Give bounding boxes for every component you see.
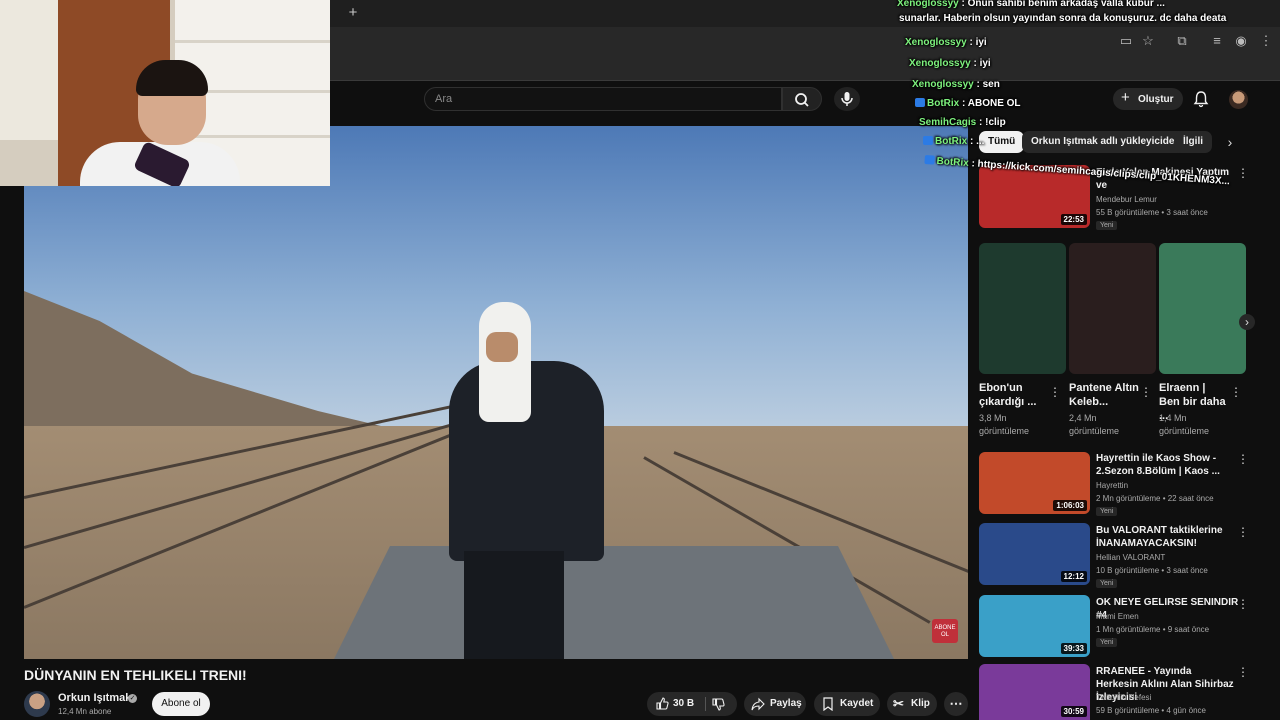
verified-check-icon: ✓ [128,694,137,703]
video-player[interactable]: ABONE OL [24,126,968,659]
new-tab-icon[interactable]: + [345,4,361,22]
chevron-right-icon[interactable]: › [1239,314,1255,330]
kebab-menu-icon[interactable]: ⋮ [1230,385,1242,399]
thumbs-down-icon [712,698,725,711]
search-input[interactable]: Ara [424,87,782,111]
chat-message: Xenoglossyy : sen [912,79,1000,90]
video-card-meta: 1 Mn görüntüleme • 9 saat önce [1096,625,1210,634]
kebab-menu-icon[interactable]: ⋮ [1049,385,1061,399]
more-actions-icon[interactable]: ⋯ [944,692,968,716]
video-frame-person-face [486,332,518,362]
webcam-window [0,0,60,140]
like-count: 30 B [673,698,695,709]
video-card-meta: 59 B görüntüleme • 4 gün önce [1096,706,1206,715]
new-badge: Yeni [1096,221,1118,230]
bot-badge-icon [924,155,935,165]
short-views: 3,8 Mn görüntüleme [979,413,1030,436]
chat-message: Xenoglossyy : iyi [909,58,991,69]
video-frame-person-headscarf [479,302,531,422]
video-card-channel[interactable]: Twitch'in Nefesi [1096,693,1151,702]
dislike-button[interactable] [711,692,725,720]
video-thumbnail[interactable]: 12:12 [979,523,1090,585]
kebab-menu-icon[interactable]: ⋮ [1140,385,1152,399]
chat-message: sunarlar. Haberin olsun yayından sonra d… [899,13,1227,24]
subscriber-count: 12,4 Mn abone [58,707,112,716]
bookmark-icon [823,697,833,711]
video-card-meta: 2 Mn görüntüleme • 22 saat önce [1096,494,1214,503]
search-button[interactable] [782,87,822,111]
kebab-menu-icon[interactable]: ⋮ [1237,452,1249,466]
chat-message: BotRix : https://kick.com/semihcagis/cli… [924,155,1230,187]
scissors-icon: ✂ [893,696,904,711]
video-frame-person-legs [464,551,564,659]
microphone-icon [841,92,853,106]
clip-label: Klip [911,698,930,709]
video-thumbnail[interactable]: 30:59 [979,664,1090,720]
subscribe-watermark[interactable]: ABONE OL [932,619,958,643]
video-card-title[interactable]: Bu VALORANT taktiklerine İNANAMAYACAKSIN… [1096,524,1236,550]
short-title[interactable]: Pantene Altın Keleb... [1069,381,1139,409]
new-badge: Yeni [1096,507,1118,516]
save-button[interactable]: Kaydet [814,692,880,716]
chat-message: BotRix : ... [923,136,984,147]
divider [705,697,706,711]
shelf-divider [175,40,330,43]
video-frame-platform [334,546,894,659]
clip-button[interactable]: ✂ Klip [887,692,937,716]
new-badge: Yeni [1096,579,1118,588]
bot-badge-icon [923,136,933,145]
short-thumbnail[interactable] [1159,243,1246,374]
voice-search-button[interactable] [834,87,860,111]
short-thumbnail[interactable] [979,243,1066,374]
new-badge: Yeni [1096,638,1118,647]
video-duration: 1:06:03 [1053,500,1087,511]
short-views: 2,4 Mn görüntüleme [1069,413,1120,436]
video-title: DÜNYANIN EN TEHLIKELI TRENI! [24,667,247,683]
share-button[interactable]: Paylaş [744,692,806,716]
video-card-channel[interactable]: Hellian VALORANT [1096,553,1165,562]
video-thumbnail[interactable]: 39:33 [979,595,1090,657]
video-duration: 30:59 [1060,706,1087,717]
kebab-menu-icon[interactable]: ⋮ [1237,525,1249,539]
channel-name[interactable]: Orkun Işıtmak [58,692,131,704]
video-duration: 12:12 [1060,571,1087,582]
video-card-title[interactable]: Hayrettin ile Kaos Show - 2.Sezon 8.Bölü… [1096,452,1236,478]
streamer-webcam [0,0,330,186]
subscribe-button[interactable]: Abone ol [152,692,210,716]
short-views: 1,4 Mn görüntüleme [1159,413,1210,436]
chat-message: Xenoglossyy : iyi [905,37,987,48]
share-label: Paylaş [770,698,802,709]
chat-message: BotRix : ABONE OL [915,98,1021,109]
share-icon [751,697,765,711]
short-title[interactable]: Ebon'un çıkardığı ... [979,381,1049,409]
like-dislike-group: 30 B [647,692,737,716]
channel-avatar[interactable] [24,691,50,717]
stream-chat-overlay: Xenoglossyy : Onun sahibi benim arkadaş … [895,0,1280,200]
video-duration: 22:53 [1060,214,1087,225]
short-thumbnail[interactable] [1069,243,1156,374]
search-icon [795,93,809,107]
video-card-channel[interactable]: Hayrettin [1096,481,1128,490]
video-duration: 39:33 [1060,643,1087,654]
video-card-meta: 55 B görüntüleme • 3 saat önce [1096,208,1208,217]
like-button[interactable] [655,692,669,720]
kebab-menu-icon[interactable]: ⋮ [1237,597,1249,611]
video-thumbnail[interactable]: 1:06:03 [979,452,1090,514]
shelf-divider [175,135,330,138]
bot-badge-icon [915,98,925,107]
chat-message: SemihCagis : !clip [919,117,1006,128]
video-card-meta: 10 B görüntüleme • 3 saat önce [1096,566,1208,575]
kebab-menu-icon[interactable]: ⋮ [1237,665,1249,679]
thumbs-up-icon [656,697,669,710]
video-card-channel[interactable]: Mami Emen [1096,612,1139,621]
save-label: Kaydet [840,698,874,709]
chat-message: Xenoglossyy : Onun sahibi benim arkadaş … [897,0,1165,9]
